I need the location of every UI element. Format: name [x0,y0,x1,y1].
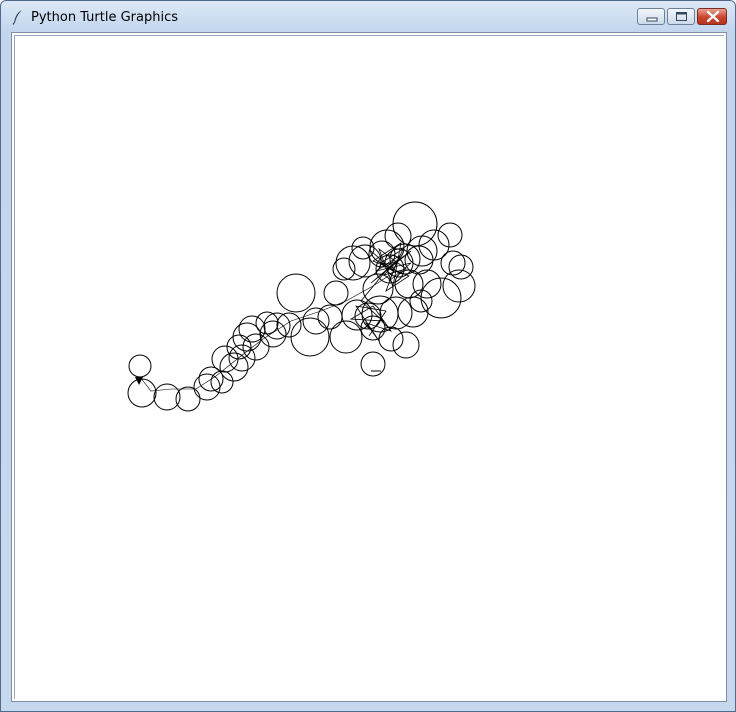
turtle-circle [392,201,438,247]
turtle-canvas-area[interactable] [14,35,724,699]
turtle-circle [317,304,343,330]
turtle-circle [406,235,438,267]
turtle-circle [437,222,463,248]
turtle-circle [276,312,302,338]
turtle-circle [193,373,221,401]
maximize-button[interactable] [667,8,695,25]
feather-icon[interactable] [11,9,25,25]
turtle-circle [302,307,330,335]
turtle-drawing [127,201,476,412]
turtle-cursor-icon [135,377,143,385]
close-button[interactable] [697,8,727,25]
window-title: Python Turtle Graphics [31,10,178,25]
turtle-circle [290,317,330,357]
turtle-circle [276,273,316,313]
maximize-icon [676,12,687,21]
minimize-icon [646,17,658,22]
close-icon [706,10,720,23]
turtle-circle [448,254,474,280]
turtle-circle [360,351,386,377]
minimize-button[interactable] [637,8,665,25]
canvas-frame [11,32,727,702]
title-bar[interactable]: Python Turtle Graphics [1,1,735,33]
turtle-walk-line [139,270,397,392]
turtle-circle [127,378,157,408]
turtle-circle [392,331,420,359]
turtle-circle [128,354,152,378]
turtle-circle [219,352,249,382]
turtle-window: Python Turtle Graphics [0,0,736,712]
